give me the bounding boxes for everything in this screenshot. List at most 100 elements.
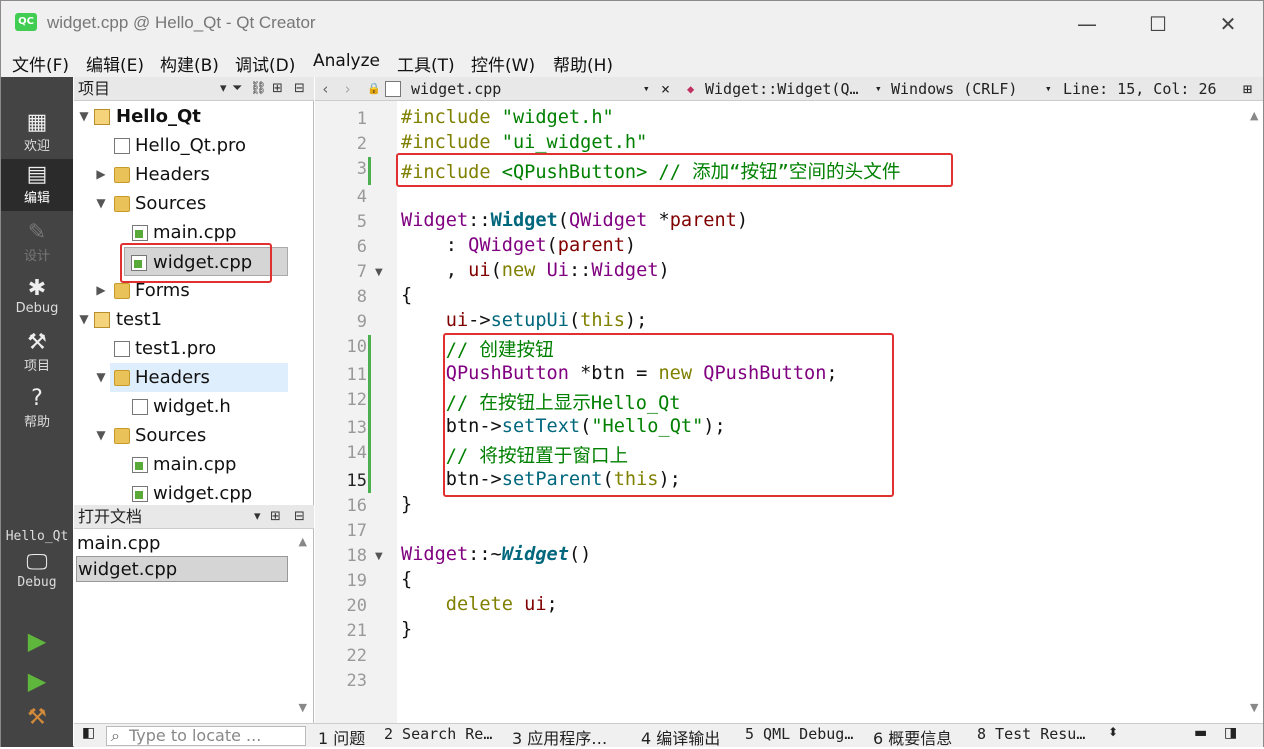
tree-item-hello-qt[interactable]: ▼ Hello_Qt: [74, 102, 296, 131]
split-icon[interactable]: ⊞: [270, 505, 281, 529]
close-button[interactable]: ✕: [1214, 11, 1242, 37]
mode-help[interactable]: ? 帮助: [1, 387, 73, 433]
expand-arrow-icon[interactable]: ▶: [94, 276, 108, 305]
tree-item-sources-2[interactable]: ▼ Sources: [74, 421, 296, 450]
line-number: 12: [346, 390, 367, 410]
expand-arrow-icon[interactable]: ▶: [94, 160, 108, 189]
tree-label: widget.h: [153, 396, 231, 417]
expand-arrow-icon[interactable]: ▼: [94, 363, 108, 392]
editor-file-name[interactable]: widget.cpp: [411, 77, 501, 101]
code-line-11: QPushButton *btn = new QPushButton;: [445, 363, 838, 384]
more-tabs-icon[interactable]: ⬍: [1108, 725, 1118, 739]
mode-welcome[interactable]: ▦ 欢迎: [1, 111, 73, 157]
cursor-position[interactable]: Line: 15, Col: 26: [1063, 77, 1217, 101]
expand-arrow-icon[interactable]: ▼: [77, 305, 91, 334]
line-number: 9: [356, 312, 367, 332]
tree-item-main-cpp-2[interactable]: main.cpp: [74, 450, 296, 479]
sidebar-toggle-icon[interactable]: ◧: [82, 725, 95, 741]
symbol-selector[interactable]: Widget::Widget(Q…: [705, 77, 859, 101]
split-icon[interactable]: ⊞: [272, 77, 283, 101]
menu-debug[interactable]: 调试(D): [235, 51, 295, 76]
forward-icon[interactable]: ›: [343, 77, 352, 101]
menu-tools[interactable]: 工具(T): [397, 51, 455, 76]
code-line-5: Widget::Widget(QWidget *parent): [401, 210, 749, 231]
run-icon[interactable]: ▶: [1, 627, 73, 655]
code-editor[interactable]: ‹ › 🔒 widget.cpp ▾ × ◆ Widget::Widget(Q……: [315, 77, 1263, 723]
scroll-up-icon[interactable]: ▲: [1250, 109, 1258, 122]
locator-input[interactable]: ⌕ Type to locate ...: [106, 726, 306, 746]
back-icon[interactable]: ‹: [321, 77, 330, 101]
tree-item-headers[interactable]: ▶ Headers: [74, 160, 296, 189]
menu-file[interactable]: 文件(F): [12, 51, 69, 76]
pro-file-icon: [114, 341, 130, 357]
chevron-down-icon[interactable]: ▾: [875, 77, 882, 101]
close-panel-icon[interactable]: ⊟: [294, 77, 305, 101]
code-line-19: {: [401, 569, 413, 590]
tree-item-forms[interactable]: ▶ Forms: [74, 276, 296, 305]
tree-item-headers-2[interactable]: ▼ Headers: [96, 363, 288, 392]
edit-icon: ▤: [26, 162, 48, 187]
fold-arrow-icon[interactable]: ▼: [375, 551, 383, 562]
split-icon[interactable]: ⊞: [1243, 77, 1252, 101]
mode-edit[interactable]: ▤ 编辑: [1, 159, 73, 211]
chevron-down-icon[interactable]: ▾: [643, 77, 650, 101]
open-doc-main-cpp[interactable]: main.cpp: [76, 531, 288, 557]
mode-projects[interactable]: ⚒ 项目: [1, 331, 73, 377]
output-tab-application-output[interactable]: 3 应用程序…: [512, 725, 607, 749]
debug-run-icon[interactable]: ▶: [1, 667, 73, 695]
output-tab-issues[interactable]: 1 问题: [318, 725, 365, 749]
cpp-file-icon: [132, 457, 148, 473]
chevron-down-icon[interactable]: ▾: [220, 77, 227, 101]
menu-help[interactable]: 帮助(H): [553, 51, 613, 76]
line-number: 22: [346, 646, 367, 666]
tree-item-test1-pro[interactable]: test1.pro: [74, 334, 296, 363]
tree-label: Sources: [135, 193, 207, 214]
output-tab-compile-output[interactable]: 4 编译输出: [641, 725, 720, 749]
tree-item-widget-cpp[interactable]: widget.cpp: [124, 247, 288, 276]
folder-icon: [114, 283, 130, 299]
output-tab-qml-debugger[interactable]: 5 QML Debug…: [745, 725, 853, 743]
output-tab-test-results[interactable]: 8 Test Resu…: [977, 725, 1085, 743]
open-doc-widget-cpp[interactable]: widget.cpp: [76, 556, 288, 582]
scroll-down-icon[interactable]: ▼: [1250, 701, 1258, 714]
menu-build[interactable]: 构建(B): [160, 51, 219, 76]
maximize-button[interactable]: ☐: [1144, 11, 1172, 37]
kit-selector[interactable]: 🖵 Debug: [1, 551, 73, 605]
expand-arrow-icon[interactable]: ▼: [94, 421, 108, 450]
code-line-3: #include <QPushButton> // 添加“按钮”空间的头文件: [401, 162, 901, 183]
mode-design[interactable]: ✎ 设计: [1, 221, 73, 267]
tree-item-hello-qt-pro[interactable]: Hello_Qt.pro: [74, 131, 296, 160]
close-file-icon[interactable]: ×: [661, 77, 670, 101]
mode-debug[interactable]: ✱ Debug: [1, 277, 73, 323]
code-line-15: btn->setParent(this);: [401, 469, 681, 490]
editor-scrollbar[interactable]: ▲ ▼: [1247, 101, 1263, 723]
scroll-up-icon[interactable]: ▲: [299, 535, 307, 548]
progress-toggle-icon[interactable]: ▬: [1194, 725, 1207, 741]
mode-help-label: 帮助: [23, 415, 50, 430]
link-icon[interactable]: ⛓: [250, 77, 267, 101]
cpp-file-icon: [132, 486, 148, 502]
minimize-button[interactable]: —: [1073, 11, 1101, 37]
menu-widgets[interactable]: 控件(W): [471, 51, 535, 76]
tree-item-sources[interactable]: ▼ Sources: [74, 189, 296, 218]
close-panel-icon[interactable]: ⊟: [294, 505, 305, 529]
menu-analyze[interactable]: Analyze: [313, 51, 380, 71]
build-hammer-icon[interactable]: ⚒: [1, 705, 73, 730]
tree-item-main-cpp[interactable]: main.cpp: [74, 218, 296, 247]
grid-icon: ▦: [26, 110, 48, 135]
line-ending-selector[interactable]: Windows (CRLF): [891, 77, 1017, 101]
output-tab-general-messages[interactable]: 6 概要信息: [873, 725, 952, 749]
tree-item-widget-h[interactable]: widget.h: [74, 392, 296, 421]
tree-item-test1[interactable]: ▼ test1: [74, 305, 296, 334]
chevron-down-icon[interactable]: ▾: [1045, 77, 1052, 101]
filter-icon[interactable]: ⏷: [232, 77, 242, 101]
tree-item-widget-cpp-2[interactable]: widget.cpp: [74, 479, 296, 508]
expand-arrow-icon[interactable]: ▼: [77, 102, 91, 131]
scroll-down-icon[interactable]: ▼: [299, 701, 307, 714]
chevron-down-icon[interactable]: ▾: [254, 505, 261, 529]
expand-arrow-icon[interactable]: ▼: [94, 189, 108, 218]
menu-edit[interactable]: 编辑(E): [86, 51, 144, 76]
output-tab-search-results[interactable]: 2 Search Re…: [384, 725, 492, 743]
output-pane-toggle-icon[interactable]: ◨: [1224, 725, 1237, 741]
fold-arrow-icon[interactable]: ▼: [375, 267, 383, 278]
